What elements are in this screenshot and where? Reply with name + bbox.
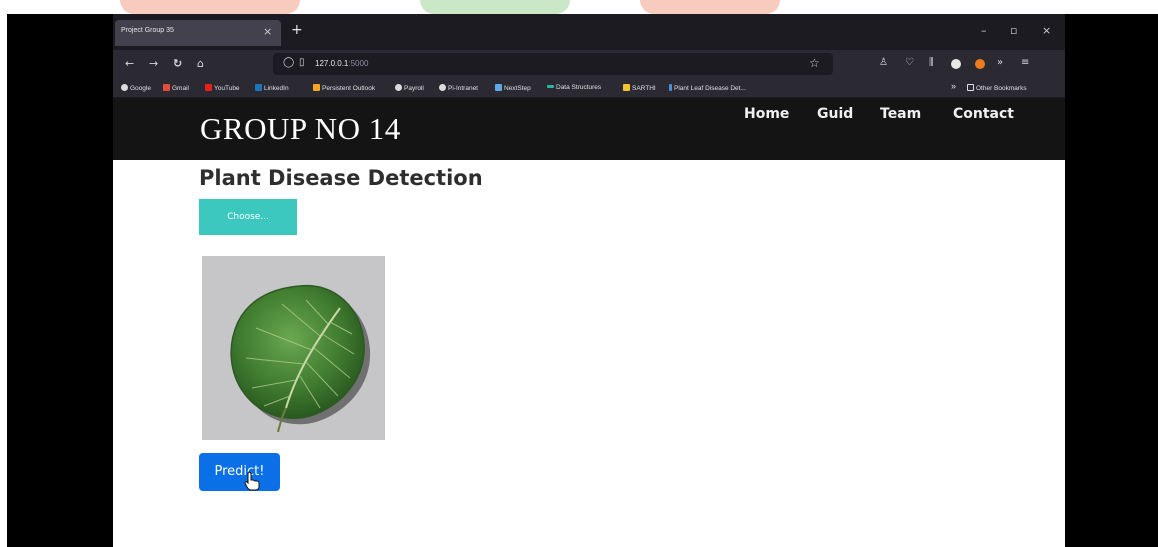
linkedin-icon: [255, 84, 262, 91]
overflow-chevron-icon[interactable]: »: [997, 57, 1003, 68]
bookmark-label: Data Structures: [556, 84, 602, 91]
home-icon[interactable]: ⌂: [197, 57, 204, 70]
watermark-shape: [420, 0, 570, 14]
watermark-shape: [640, 0, 780, 14]
bookmarks-overflow-chevron-icon[interactable]: »: [951, 81, 956, 91]
google-icon: [121, 84, 128, 91]
bookmark-label: NextStep: [504, 85, 531, 92]
close-window-button[interactable]: ×: [1042, 24, 1051, 37]
account-icon[interactable]: ♙: [879, 57, 888, 68]
bookmark-label: SARTHI: [632, 85, 656, 92]
new-tab-button[interactable]: +: [291, 22, 303, 38]
maximize-button[interactable]: ▫: [1010, 24, 1017, 37]
sarthi-icon: [623, 84, 630, 91]
folder-icon: [967, 84, 974, 91]
nav-link-team[interactable]: Team: [880, 106, 921, 122]
nav-link-contact[interactable]: Contact: [953, 106, 1014, 122]
address-bar[interactable]: ◯ ▯ 127.0.0.1:5000 ☆: [273, 53, 833, 75]
extension-icon[interactable]: [975, 59, 985, 69]
bookmarks-toolbar: Google Gmail YouTube LinkedIn Persistent…: [113, 78, 1065, 98]
bookmark-outlook[interactable]: Persistent Outlook: [313, 84, 375, 92]
bookmark-linkedin[interactable]: LinkedIn: [255, 84, 289, 92]
bookmark-sarthi[interactable]: SARTHI: [623, 84, 656, 92]
site-header: GROUP NO 14 Home Guid Team Contact: [113, 98, 1065, 160]
nav-link-guid[interactable]: Guid: [817, 106, 853, 122]
other-bookmarks[interactable]: Other Bookmarks: [967, 84, 1027, 92]
tab-title: Project Group 35: [121, 27, 174, 34]
url-host: 127.0.0.1: [315, 59, 349, 68]
bookmark-label: LinkedIn: [264, 85, 289, 92]
predict-button[interactable]: Predict!: [199, 453, 280, 491]
bookmark-pi-intranet[interactable]: Pi-Intranet: [439, 84, 478, 92]
bookmark-youtube[interactable]: YouTube: [205, 84, 240, 92]
url-text[interactable]: 127.0.0.1:5000: [315, 59, 368, 68]
bookmark-star-icon[interactable]: ☆: [809, 56, 820, 70]
page-title: Plant Disease Detection: [199, 166, 483, 190]
letterbox-right: [1065, 14, 1158, 547]
hand-cursor-icon: [244, 471, 260, 491]
nextstep-icon: [495, 84, 502, 91]
bookmark-label: Pi-Intranet: [448, 85, 478, 92]
page-icon: ▯: [299, 57, 305, 68]
choose-file-button[interactable]: Choose...: [199, 199, 297, 235]
navigation-toolbar: ← → ↻ ⌂ ◯ ▯ 127.0.0.1:5000 ☆ ♙ ♡ ⫼ » ≡: [113, 50, 1065, 78]
bookmark-gmail[interactable]: Gmail: [163, 84, 189, 92]
browser-tab[interactable]: Project Group 35 ×: [115, 20, 281, 46]
bookmark-label: YouTube: [214, 85, 240, 92]
bookmark-data-structures[interactable]: Data Structures: [547, 84, 601, 91]
youtube-icon: [205, 84, 212, 91]
bookmark-label: Plant Leaf Disease Det...: [674, 85, 746, 92]
bookmark-google[interactable]: Google: [121, 84, 151, 92]
bookmark-label: Persistent Outlook: [322, 85, 376, 92]
globe-icon: [439, 84, 446, 91]
shield-icon[interactable]: ◯: [283, 57, 294, 68]
outlook-icon: [313, 84, 320, 91]
tab-close-icon[interactable]: ×: [263, 25, 272, 38]
bookmark-nextstep[interactable]: NextStep: [495, 84, 531, 92]
watermark-shape: [120, 0, 300, 14]
bookmark-label: Other Bookmarks: [976, 85, 1027, 92]
site-brand: GROUP NO 14: [200, 111, 401, 146]
forward-arrow-icon[interactable]: →: [149, 57, 158, 70]
extension-icon[interactable]: [951, 59, 961, 69]
screenshot-stage: Project Group 35 × + – ▫ × ← → ↻ ⌂ ◯ ▯ 1…: [0, 0, 1158, 547]
bookmark-payroll[interactable]: Payroll: [395, 84, 424, 92]
bookmark-label: Gmail: [172, 85, 189, 92]
bookmark-plant-leaf[interactable]: Plant Leaf Disease Det...: [669, 84, 746, 92]
uploaded-leaf-image: [202, 256, 385, 440]
library-icon[interactable]: ⫼: [929, 57, 934, 68]
menu-icon[interactable]: ≡: [1021, 57, 1029, 68]
back-arrow-icon[interactable]: ←: [125, 57, 134, 70]
url-port: :5000: [348, 59, 369, 68]
leaf-illustration: [202, 256, 385, 440]
minimize-button[interactable]: –: [981, 24, 987, 37]
plant-leaf-icon: [669, 84, 672, 91]
data-structures-icon: [547, 85, 554, 88]
pocket-icon[interactable]: ♡: [905, 57, 914, 68]
globe-icon: [395, 84, 402, 91]
letterbox-left: [7, 14, 113, 547]
tab-bar: Project Group 35 × + – ▫ ×: [113, 14, 1065, 50]
nav-link-home[interactable]: Home: [744, 106, 789, 122]
gmail-icon: [163, 84, 170, 91]
bookmark-label: Payroll: [404, 85, 424, 92]
reload-icon[interactable]: ↻: [173, 57, 182, 70]
browser-window: Project Group 35 × + – ▫ × ← → ↻ ⌂ ◯ ▯ 1…: [113, 14, 1065, 547]
bookmark-label: Google: [130, 85, 151, 92]
